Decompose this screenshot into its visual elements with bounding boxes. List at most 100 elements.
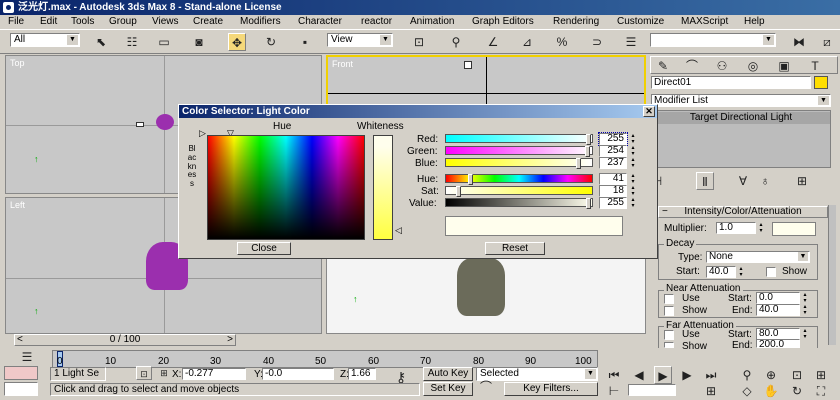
key-filters-button[interactable]: Key Filters... bbox=[504, 382, 598, 396]
far-use-checkbox[interactable] bbox=[664, 330, 674, 340]
menu-modifiers[interactable]: Modifiers bbox=[240, 15, 281, 29]
hue-spinner[interactable]: ▴ ▾ bbox=[629, 173, 637, 185]
object-color-swatch[interactable] bbox=[814, 76, 828, 89]
hierarchy-tab-icon[interactable]: ⚇ bbox=[713, 57, 731, 75]
reset-button[interactable]: Reset bbox=[485, 242, 545, 255]
play-icon[interactable]: ▶ bbox=[654, 366, 672, 384]
hue-slider[interactable] bbox=[445, 174, 593, 185]
viewport-label[interactable]: Front bbox=[332, 59, 353, 69]
create-tab-icon[interactable]: ✎ bbox=[654, 57, 672, 75]
chevron-left-icon[interactable]: < bbox=[17, 335, 23, 345]
configure-modifier-sets-icon[interactable]: ⊞ bbox=[793, 172, 811, 190]
red-input[interactable]: 255 bbox=[598, 132, 628, 146]
hue-input[interactable]: 41 bbox=[599, 173, 627, 185]
menu-maxscript[interactable]: MAXScript bbox=[681, 15, 728, 29]
rectangle-selection-icon[interactable]: ▭ bbox=[155, 33, 173, 51]
field-of-view-icon[interactable]: ◇ bbox=[738, 382, 756, 400]
sat-spinner[interactable]: ▴ ▾ bbox=[629, 185, 637, 197]
show-end-result-icon[interactable]: Ⅱ bbox=[696, 172, 714, 190]
near-start-spinner[interactable]: ▴ ▾ bbox=[801, 292, 809, 304]
display-tab-icon[interactable]: ▣ bbox=[775, 57, 793, 75]
auto-key-button[interactable]: Auto Key bbox=[423, 367, 473, 381]
modifier-list-dropdown[interactable]: Modifier List ▼ bbox=[651, 94, 831, 107]
red-spinner[interactable]: ▴ ▾ bbox=[629, 133, 637, 145]
decay-start-spinner[interactable]: ▴ ▾ bbox=[737, 266, 745, 278]
stack-item[interactable]: Target Directional Light bbox=[652, 112, 830, 124]
menu-views[interactable]: Views bbox=[152, 15, 179, 29]
hue-blackness-picker[interactable] bbox=[207, 135, 365, 240]
far-end-input[interactable]: 200.0 bbox=[756, 339, 800, 350]
track-bar-icon[interactable]: ☰ bbox=[18, 348, 36, 366]
value-spinner[interactable]: ▴ ▾ bbox=[629, 197, 637, 209]
blue-input[interactable]: 237 bbox=[599, 157, 627, 169]
red-slider-thumb[interactable] bbox=[586, 134, 591, 145]
chevron-down-icon[interactable]: ▼ bbox=[798, 252, 808, 261]
mirror-icon[interactable]: ⧓ bbox=[790, 33, 808, 51]
track-bar[interactable]: 0 10 20 30 40 50 60 70 80 90 100 bbox=[52, 350, 598, 368]
light-color-swatch[interactable] bbox=[772, 222, 816, 236]
chevron-down-icon[interactable]: ▼ bbox=[585, 369, 596, 379]
far-start-spinner[interactable]: ▴ ▾ bbox=[801, 328, 809, 340]
motion-tab-icon[interactable]: ◎ bbox=[744, 57, 762, 75]
sat-slider[interactable] bbox=[445, 186, 593, 197]
modify-tab-icon[interactable]: ⌒ bbox=[683, 57, 701, 75]
x-coordinate-input[interactable]: -0.277 bbox=[182, 368, 246, 380]
lock-selection-icon[interactable]: ⊡ bbox=[136, 366, 152, 380]
menu-help[interactable]: Help bbox=[744, 15, 765, 29]
near-end-input[interactable]: 40.0 bbox=[756, 304, 800, 316]
y-coordinate-input[interactable]: -0.0 bbox=[262, 368, 334, 380]
named-selection-sets-dropdown[interactable]: ▼ bbox=[650, 33, 776, 47]
whiteness-slider[interactable] bbox=[373, 135, 393, 240]
z-coordinate-input[interactable]: 1.66 bbox=[348, 368, 376, 380]
pan-icon[interactable]: ✋ bbox=[762, 382, 780, 400]
select-and-manipulate-icon[interactable]: ⚲ bbox=[447, 33, 465, 51]
menu-customize[interactable]: Customize bbox=[617, 15, 664, 29]
near-show-checkbox[interactable] bbox=[664, 306, 674, 316]
chevron-down-icon[interactable]: ▼ bbox=[380, 35, 391, 45]
previous-frame-icon[interactable]: ◀ bbox=[630, 366, 648, 384]
pivot-center-icon[interactable]: ⊡ bbox=[410, 33, 428, 51]
select-and-scale-icon[interactable]: ▪ bbox=[296, 33, 314, 51]
close-icon[interactable]: ✕ bbox=[643, 106, 655, 117]
key-mode-dropdown[interactable]: Selected ▼ bbox=[476, 367, 598, 381]
snap-toggle-icon[interactable]: ∠ bbox=[484, 33, 502, 51]
value-slider[interactable] bbox=[445, 198, 593, 209]
close-button[interactable]: Close bbox=[237, 242, 291, 255]
green-slider[interactable] bbox=[445, 146, 593, 157]
menu-graph-editors[interactable]: Graph Editors bbox=[472, 15, 534, 29]
current-frame-field[interactable] bbox=[628, 384, 676, 396]
reference-coordinate-dropdown[interactable]: View ▼ bbox=[327, 33, 393, 47]
time-configuration-icon[interactable]: ⊞ bbox=[702, 382, 720, 400]
chevron-down-icon[interactable]: ▼ bbox=[818, 96, 829, 105]
multiplier-input[interactable]: 1.0 bbox=[716, 222, 756, 234]
next-frame-icon[interactable]: ▶ bbox=[678, 366, 696, 384]
app-icon[interactable] bbox=[3, 2, 14, 13]
red-slider[interactable] bbox=[445, 134, 593, 145]
chevron-down-icon[interactable]: ▼ bbox=[763, 35, 774, 45]
green-spinner[interactable]: ▴ ▾ bbox=[629, 145, 637, 157]
viewport-label[interactable]: Top bbox=[10, 58, 25, 68]
near-use-checkbox[interactable] bbox=[664, 294, 674, 304]
set-key-button[interactable]: Set Key bbox=[423, 382, 473, 396]
viewport-label[interactable]: Left bbox=[10, 200, 25, 210]
green-input[interactable]: 254 bbox=[599, 145, 627, 157]
angle-snap-icon[interactable]: ⊿ bbox=[518, 33, 536, 51]
select-object-icon[interactable]: ⬉ bbox=[92, 33, 110, 51]
menu-create[interactable]: Create bbox=[193, 15, 223, 29]
time-slider[interactable]: < 0 / 100 > bbox=[14, 334, 236, 346]
make-unique-icon[interactable]: ∀ bbox=[734, 172, 752, 190]
multiplier-spinner[interactable]: ▴ ▾ bbox=[757, 222, 765, 234]
chevron-right-icon[interactable]: > bbox=[227, 335, 233, 345]
menu-character[interactable]: Character bbox=[298, 15, 342, 29]
maxscript-listener-white[interactable] bbox=[4, 382, 38, 396]
percent-snap-icon[interactable]: % bbox=[553, 33, 571, 51]
arc-rotate-icon[interactable]: ↻ bbox=[788, 382, 806, 400]
select-and-rotate-icon[interactable]: ↻ bbox=[262, 33, 280, 51]
absolute-mode-icon[interactable]: ⊞ bbox=[157, 366, 171, 380]
value-slider-thumb[interactable] bbox=[586, 198, 591, 209]
align-icon[interactable]: ⧄ bbox=[818, 33, 836, 51]
maxscript-listener-pink[interactable] bbox=[4, 366, 38, 380]
window-crossing-icon[interactable]: ◙ bbox=[190, 33, 208, 51]
sat-input[interactable]: 18 bbox=[599, 185, 627, 197]
decay-type-dropdown[interactable]: None ▼ bbox=[706, 251, 810, 263]
